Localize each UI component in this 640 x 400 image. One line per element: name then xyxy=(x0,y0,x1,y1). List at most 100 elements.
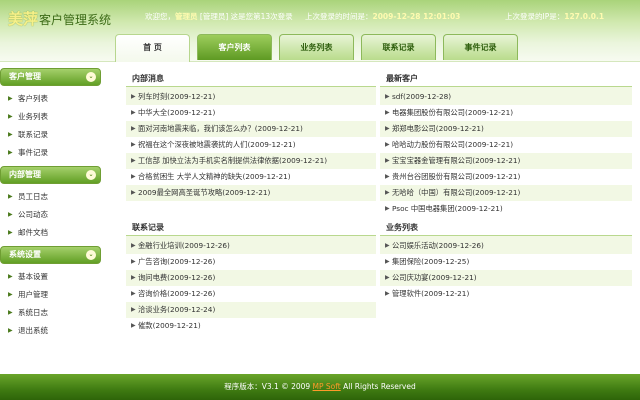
arrow-icon: ▶ xyxy=(385,173,390,180)
list-item-text: 广告咨询(2009-12-26) xyxy=(138,257,216,266)
tab-business-list[interactable]: 业务列表 xyxy=(279,34,354,60)
panel-title: 内部消息 xyxy=(126,70,376,87)
sidebar-item-label: 用户管理 xyxy=(18,290,48,299)
sidebar-item-logout[interactable]: ▶ 退出系统 xyxy=(0,322,103,340)
tab-event-records[interactable]: 事件记录 xyxy=(443,34,518,60)
arrow-icon: ▶ xyxy=(385,141,390,148)
last-login-ip: 上次登录的IP是：127.0.0.1 xyxy=(505,11,604,22)
arrow-icon: ▶ xyxy=(385,189,390,196)
sidebar-item-label: 公司动态 xyxy=(18,210,48,219)
arrow-icon: ▶ xyxy=(131,242,136,249)
last-time-label: 上次登录的时间是： xyxy=(305,12,373,21)
list-item-text: 祝福在这个深夜被地震袭扰的人们(2009-12-21) xyxy=(138,140,296,149)
list-item[interactable]: ▶ 面对河南地震来临，我们该怎么办？(2009-12-21) xyxy=(126,121,376,137)
list-item-text: 集团保险(2009-12-25) xyxy=(392,257,470,266)
sidebar-item-label: 邮件文档 xyxy=(18,228,48,237)
company-link[interactable]: MP Soft xyxy=(313,382,341,391)
arrow-icon: ▶ xyxy=(131,157,136,164)
list-item[interactable]: ▶ 郑郑电影公司(2009-12-21) xyxy=(380,121,632,137)
sidebar-item-label: 客户列表 xyxy=(18,94,48,103)
list-item-text: 管理软件(2009-12-21) xyxy=(392,289,470,298)
list-item-text: 中华大全(2009-12-21) xyxy=(138,108,216,117)
footer-prefix: 程序版本：V3.1 © 2009 xyxy=(224,382,313,391)
app-logo: 美萍客户管理系统 xyxy=(8,8,111,28)
arrow-icon: ▶ xyxy=(385,93,390,100)
list-item-text: 宝宝宝器金管理有限公司(2009-12-21) xyxy=(392,156,521,165)
welcome-text: 欢迎您，管理员 [管理员] 这是您第13次登录 xyxy=(145,11,293,22)
sidebar-item-business-list[interactable]: ▶ 业务列表 xyxy=(0,108,103,126)
sidebar-item-label: 系统日志 xyxy=(18,308,48,317)
arrow-icon: ▶ xyxy=(8,291,13,298)
brand-name: 美萍 xyxy=(8,10,39,28)
arrow-icon: ▶ xyxy=(131,109,136,116)
sidebar-item-system-log[interactable]: ▶ 系统日志 xyxy=(0,304,103,322)
sidebar-section-system-settings[interactable]: 系统设置 ⌄ xyxy=(0,246,101,264)
list-item[interactable]: ▶ 无哈哈（中国）有限公司(2009-12-21) xyxy=(380,185,632,201)
sidebar-item-customer-list[interactable]: ▶ 客户列表 xyxy=(0,90,103,108)
sidebar-item-contact-records[interactable]: ▶ 联系记录 xyxy=(0,126,103,144)
username: 管理员 xyxy=(175,12,198,21)
arrow-icon: ▶ xyxy=(131,322,136,329)
list-item[interactable]: ▶ 公司娱乐活动(2009-12-26) xyxy=(380,238,632,254)
list-item[interactable]: ▶ 工信部 加快立法为手机实名制提供法律依据(2009-12-21) xyxy=(126,153,376,169)
login-count: 这是您第13次登录 xyxy=(230,12,293,21)
arrow-icon: ▶ xyxy=(8,327,13,334)
list-item[interactable]: ▶ 宝宝宝器金管理有限公司(2009-12-21) xyxy=(380,153,632,169)
tab-contact-records[interactable]: 联系记录 xyxy=(361,34,436,60)
list-item-text: 列车时刻(2009-12-21) xyxy=(138,92,216,101)
list-item[interactable]: ▶ 公司庆功宴(2009-12-21) xyxy=(380,270,632,286)
arrow-icon: ▶ xyxy=(8,95,13,102)
collapse-icon[interactable]: ⌄ xyxy=(86,250,96,260)
list-item[interactable]: ▶ 祝福在这个深夜被地震袭扰的人们(2009-12-21) xyxy=(126,137,376,153)
tab-customer-list[interactable]: 客户列表 xyxy=(197,34,272,60)
sidebar-item-user-management[interactable]: ▶ 用户管理 xyxy=(0,286,103,304)
list-item[interactable]: ▶ 合格贫困生 大学人文精神的缺失(2009-12-21) xyxy=(126,169,376,185)
list-item-text: 电器集团股份有限公司(2009-12-21) xyxy=(392,108,514,117)
list-item[interactable]: ▶ 咨询价格(2009-12-26) xyxy=(126,286,376,302)
list-item-text: 郑郑电影公司(2009-12-21) xyxy=(392,124,484,133)
panel-title: 最新客户 xyxy=(380,70,632,87)
arrow-icon: ▶ xyxy=(131,93,136,100)
sidebar-item-event-records[interactable]: ▶ 事件记录 xyxy=(0,144,103,162)
sidebar-item-basic-settings[interactable]: ▶ 基本设置 xyxy=(0,268,103,286)
list-item[interactable]: ▶ 广告咨询(2009-12-26) xyxy=(126,254,376,270)
list-item[interactable]: ▶ 列车时刻(2009-12-21) xyxy=(126,89,376,105)
main-tabs: 首 页 客户列表 业务列表 联系记录 事件记录 xyxy=(115,34,640,62)
list-item[interactable]: ▶ 管理软件(2009-12-21) xyxy=(380,286,632,302)
footer: 程序版本：V3.1 © 2009 MP Soft All Rights Rese… xyxy=(0,374,640,400)
list-item[interactable]: ▶ 金融行业培训(2009-12-26) xyxy=(126,238,376,254)
list-item[interactable]: ▶ 中华大全(2009-12-21) xyxy=(126,105,376,121)
list-item-text: sdf(2009-12-28) xyxy=(392,92,452,101)
sidebar-section-customer-management[interactable]: 客户管理 ⌄ xyxy=(0,68,101,86)
sidebar-item-staff-log[interactable]: ▶ 员工日志 xyxy=(0,188,103,206)
sidebar-item-company-news[interactable]: ▶ 公司动态 xyxy=(0,206,103,224)
list-item[interactable]: ▶ 集团保险(2009-12-25) xyxy=(380,254,632,270)
panel-business-list: 业务列表 ▶ 公司娱乐活动(2009-12-26) ▶ 集团保险(2009-12-2… xyxy=(380,219,632,302)
last-ip-value: 127.0.0.1 xyxy=(564,12,605,21)
last-time-value: 2009-12-28 12:01:03 xyxy=(372,12,461,21)
list-item[interactable]: ▶ 哈哈动力股份有限公司(2009-12-21) xyxy=(380,137,632,153)
arrow-icon: ▶ xyxy=(385,290,390,297)
last-ip-label: 上次登录的IP是： xyxy=(505,12,565,21)
user-role: [管理员] xyxy=(199,12,229,21)
list-item[interactable]: ▶ 贵州台谷团股份有限公司(2009-12-21) xyxy=(380,169,632,185)
sidebar-section-internal-management[interactable]: 内部管理 ⌄ xyxy=(0,166,101,184)
list-item[interactable]: ▶ 询问电费(2009-12-26) xyxy=(126,270,376,286)
tab-home[interactable]: 首 页 xyxy=(115,34,190,62)
list-item[interactable]: ▶ 电器集团股份有限公司(2009-12-21) xyxy=(380,105,632,121)
list-item[interactable]: ▶ Psoc 中国电器集团(2009-12-21) xyxy=(380,201,632,217)
arrow-icon: ▶ xyxy=(385,125,390,132)
collapse-icon[interactable]: ⌄ xyxy=(86,72,96,82)
list-item-text: 洽谈业务(2009-12-24) xyxy=(138,305,216,314)
sidebar-item-mail-docs[interactable]: ▶ 邮件文档 xyxy=(0,224,103,242)
app-title: 客户管理系统 xyxy=(39,13,112,27)
sidebar-item-label: 退出系统 xyxy=(18,326,48,335)
list-item-text: 2009最全网高圣诞节攻略(2009-12-21) xyxy=(138,188,271,197)
collapse-icon[interactable]: ⌄ xyxy=(86,170,96,180)
arrow-icon: ▶ xyxy=(131,141,136,148)
list-item[interactable]: ▶ 催款(2009-12-21) xyxy=(126,318,376,334)
list-item[interactable]: ▶ 2009最全网高圣诞节攻略(2009-12-21) xyxy=(126,185,376,201)
list-item[interactable]: ▶ sdf(2009-12-28) xyxy=(380,89,632,105)
list-item-text: 金融行业培训(2009-12-26) xyxy=(138,241,230,250)
list-item[interactable]: ▶ 洽谈业务(2009-12-24) xyxy=(126,302,376,318)
